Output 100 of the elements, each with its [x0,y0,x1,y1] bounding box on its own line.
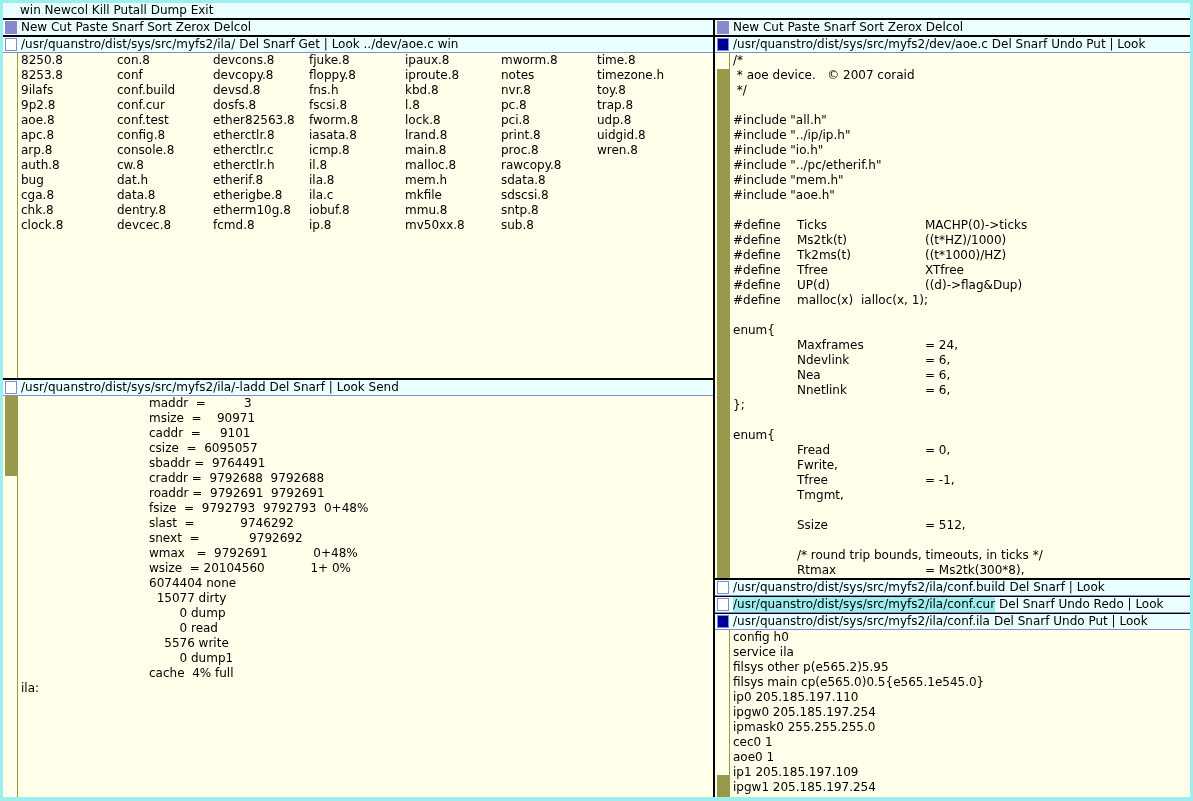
file-name[interactable]: time.8 [597,53,693,68]
file-name[interactable]: main.8 [405,143,501,158]
file-name[interactable]: notes [501,68,597,83]
file-name[interactable]: arp.8 [21,143,117,158]
file-name[interactable]: fscsi.8 [309,98,405,113]
tag-commands[interactable]: Del Snarf | Look [1009,580,1105,595]
file-name[interactable]: proc.8 [501,143,597,158]
window-handle-icon[interactable] [5,381,17,394]
tag-commands[interactable]: win Newcol Kill Putall Dump Exit [20,3,214,18]
file-name[interactable]: pc.8 [501,98,597,113]
window-handle-icon[interactable] [717,615,729,628]
file-name[interactable]: sdata.8 [501,173,597,188]
file-name[interactable]: mv50xx.8 [405,218,501,233]
file-name[interactable]: devsd.8 [213,83,309,98]
file-path[interactable]: /usr/quanstro/dist/sys/src/myfs2/ila/conf.ila [733,614,990,629]
tag-commands[interactable]: Del Snarf | Look Send [269,380,399,395]
file-name[interactable]: aoe.8 [21,113,117,128]
file-name[interactable]: 8253.8 [21,68,117,83]
file-name[interactable]: icmp.8 [309,143,405,158]
file-name[interactable]: etherctlr.c [213,143,309,158]
file-name[interactable]: lrand.8 [405,128,501,143]
file-name[interactable]: sntp.8 [501,203,597,218]
scroll-thumb[interactable] [5,476,17,797]
file-name[interactable]: conf.test [117,113,213,128]
file-name[interactable]: chk.8 [21,203,117,218]
file-name[interactable]: sdscsi.8 [501,188,597,203]
file-name[interactable]: ila.8 [309,173,405,188]
file-name[interactable]: mkfile [405,188,501,203]
tag-commands[interactable]: Del Snarf Undo Redo | Look [999,597,1164,612]
file-name[interactable]: malloc.8 [405,158,501,173]
file-name[interactable]: etherctlr.8 [213,128,309,143]
file-name[interactable]: dat.h [117,173,213,188]
file-name[interactable]: etherctlr.h [213,158,309,173]
file-path[interactable]: /usr/quanstro/dist/sys/src/myfs2/ila/conf.cur [733,597,996,612]
file-name[interactable]: fjuke.8 [309,53,405,68]
file-name[interactable]: fns.h [309,83,405,98]
window-handle-icon[interactable] [717,581,729,594]
file-name[interactable]: devcopy.8 [213,68,309,83]
window-handle-icon[interactable] [717,598,729,611]
file-name[interactable]: uidgid.8 [597,128,693,143]
file-name[interactable]: iasata.8 [309,128,405,143]
tag-commands[interactable]: New Cut Paste Snarf Sort Zerox Delcol [733,20,964,35]
file-name[interactable]: udp.8 [597,113,693,128]
file-name[interactable]: 8250.8 [21,53,117,68]
file-path[interactable]: /usr/quanstro/dist/sys/src/myfs2/ila/ [21,37,236,52]
scroll-bar[interactable] [717,630,730,797]
file-name[interactable]: etherm10g.8 [213,203,309,218]
file-name[interactable]: data.8 [117,188,213,203]
tag-commands[interactable]: Del Snarf Get | Look ../dev/aoe.c win [239,37,459,52]
tag-commands[interactable]: New Cut Paste Snarf Sort Zerox Delcol [21,20,252,35]
file-name[interactable]: ila.c [309,188,405,203]
column-handle-icon[interactable] [717,21,729,34]
file-name[interactable]: mem.h [405,173,501,188]
window-handle-icon[interactable] [5,38,17,51]
file-name[interactable]: trap.8 [597,98,693,113]
file-name[interactable]: l.8 [405,98,501,113]
file-name[interactable]: iobuf.8 [309,203,405,218]
scroll-thumb[interactable] [717,630,729,776]
file-name[interactable]: fcmd.8 [213,218,309,233]
file-name[interactable]: rawcopy.8 [501,158,597,173]
file-name[interactable]: wren.8 [597,143,693,158]
file-name[interactable]: cw.8 [117,158,213,173]
file-name[interactable]: conf.build [117,83,213,98]
tag-commands[interactable]: Del Snarf Undo Put | Look [994,614,1148,629]
file-name[interactable]: sub.8 [501,218,597,233]
file-name[interactable]: il.8 [309,158,405,173]
file-name[interactable]: kbd.8 [405,83,501,98]
file-name[interactable]: devcec.8 [117,218,213,233]
file-name[interactable]: dentry.8 [117,203,213,218]
file-name[interactable]: floppy.8 [309,68,405,83]
file-name[interactable]: dosfs.8 [213,98,309,113]
file-name[interactable]: 9p2.8 [21,98,117,113]
file-name[interactable]: mmu.8 [405,203,501,218]
file-path[interactable]: /usr/quanstro/dist/sys/src/myfs2/ila/conf.build [733,580,1006,595]
file-name[interactable]: bug [21,173,117,188]
file-path[interactable]: /usr/quanstro/dist/sys/src/myfs2/ila/-ladd [21,380,266,395]
file-name[interactable]: print.8 [501,128,597,143]
file-name[interactable]: mworm.8 [501,53,597,68]
file-name[interactable]: lock.8 [405,113,501,128]
tag-commands[interactable]: Del Snarf Undo Put | Look [991,37,1146,52]
file-name[interactable]: pci.8 [501,113,597,128]
file-path[interactable]: /usr/quanstro/dist/sys/src/myfs2/dev/aoe.c [733,37,988,52]
file-name[interactable]: fworm.8 [309,113,405,128]
file-name[interactable]: ether82563.8 [213,113,309,128]
file-name[interactable]: cga.8 [21,188,117,203]
file-name[interactable]: clock.8 [21,218,117,233]
file-name[interactable]: ip.8 [309,218,405,233]
file-name[interactable]: timezone.h [597,68,693,83]
window-handle-icon[interactable] [717,38,729,51]
file-name[interactable]: conf.cur [117,98,213,113]
file-name[interactable]: config.8 [117,128,213,143]
file-name[interactable]: etherif.8 [213,173,309,188]
file-name[interactable]: iproute.8 [405,68,501,83]
file-name[interactable]: devcons.8 [213,53,309,68]
column-handle-icon[interactable] [5,21,17,34]
file-name[interactable]: 9ilafs [21,83,117,98]
scroll-bar[interactable] [717,53,730,578]
file-name[interactable]: apc.8 [21,128,117,143]
file-name[interactable]: console.8 [117,143,213,158]
scroll-thumb[interactable] [717,53,729,69]
